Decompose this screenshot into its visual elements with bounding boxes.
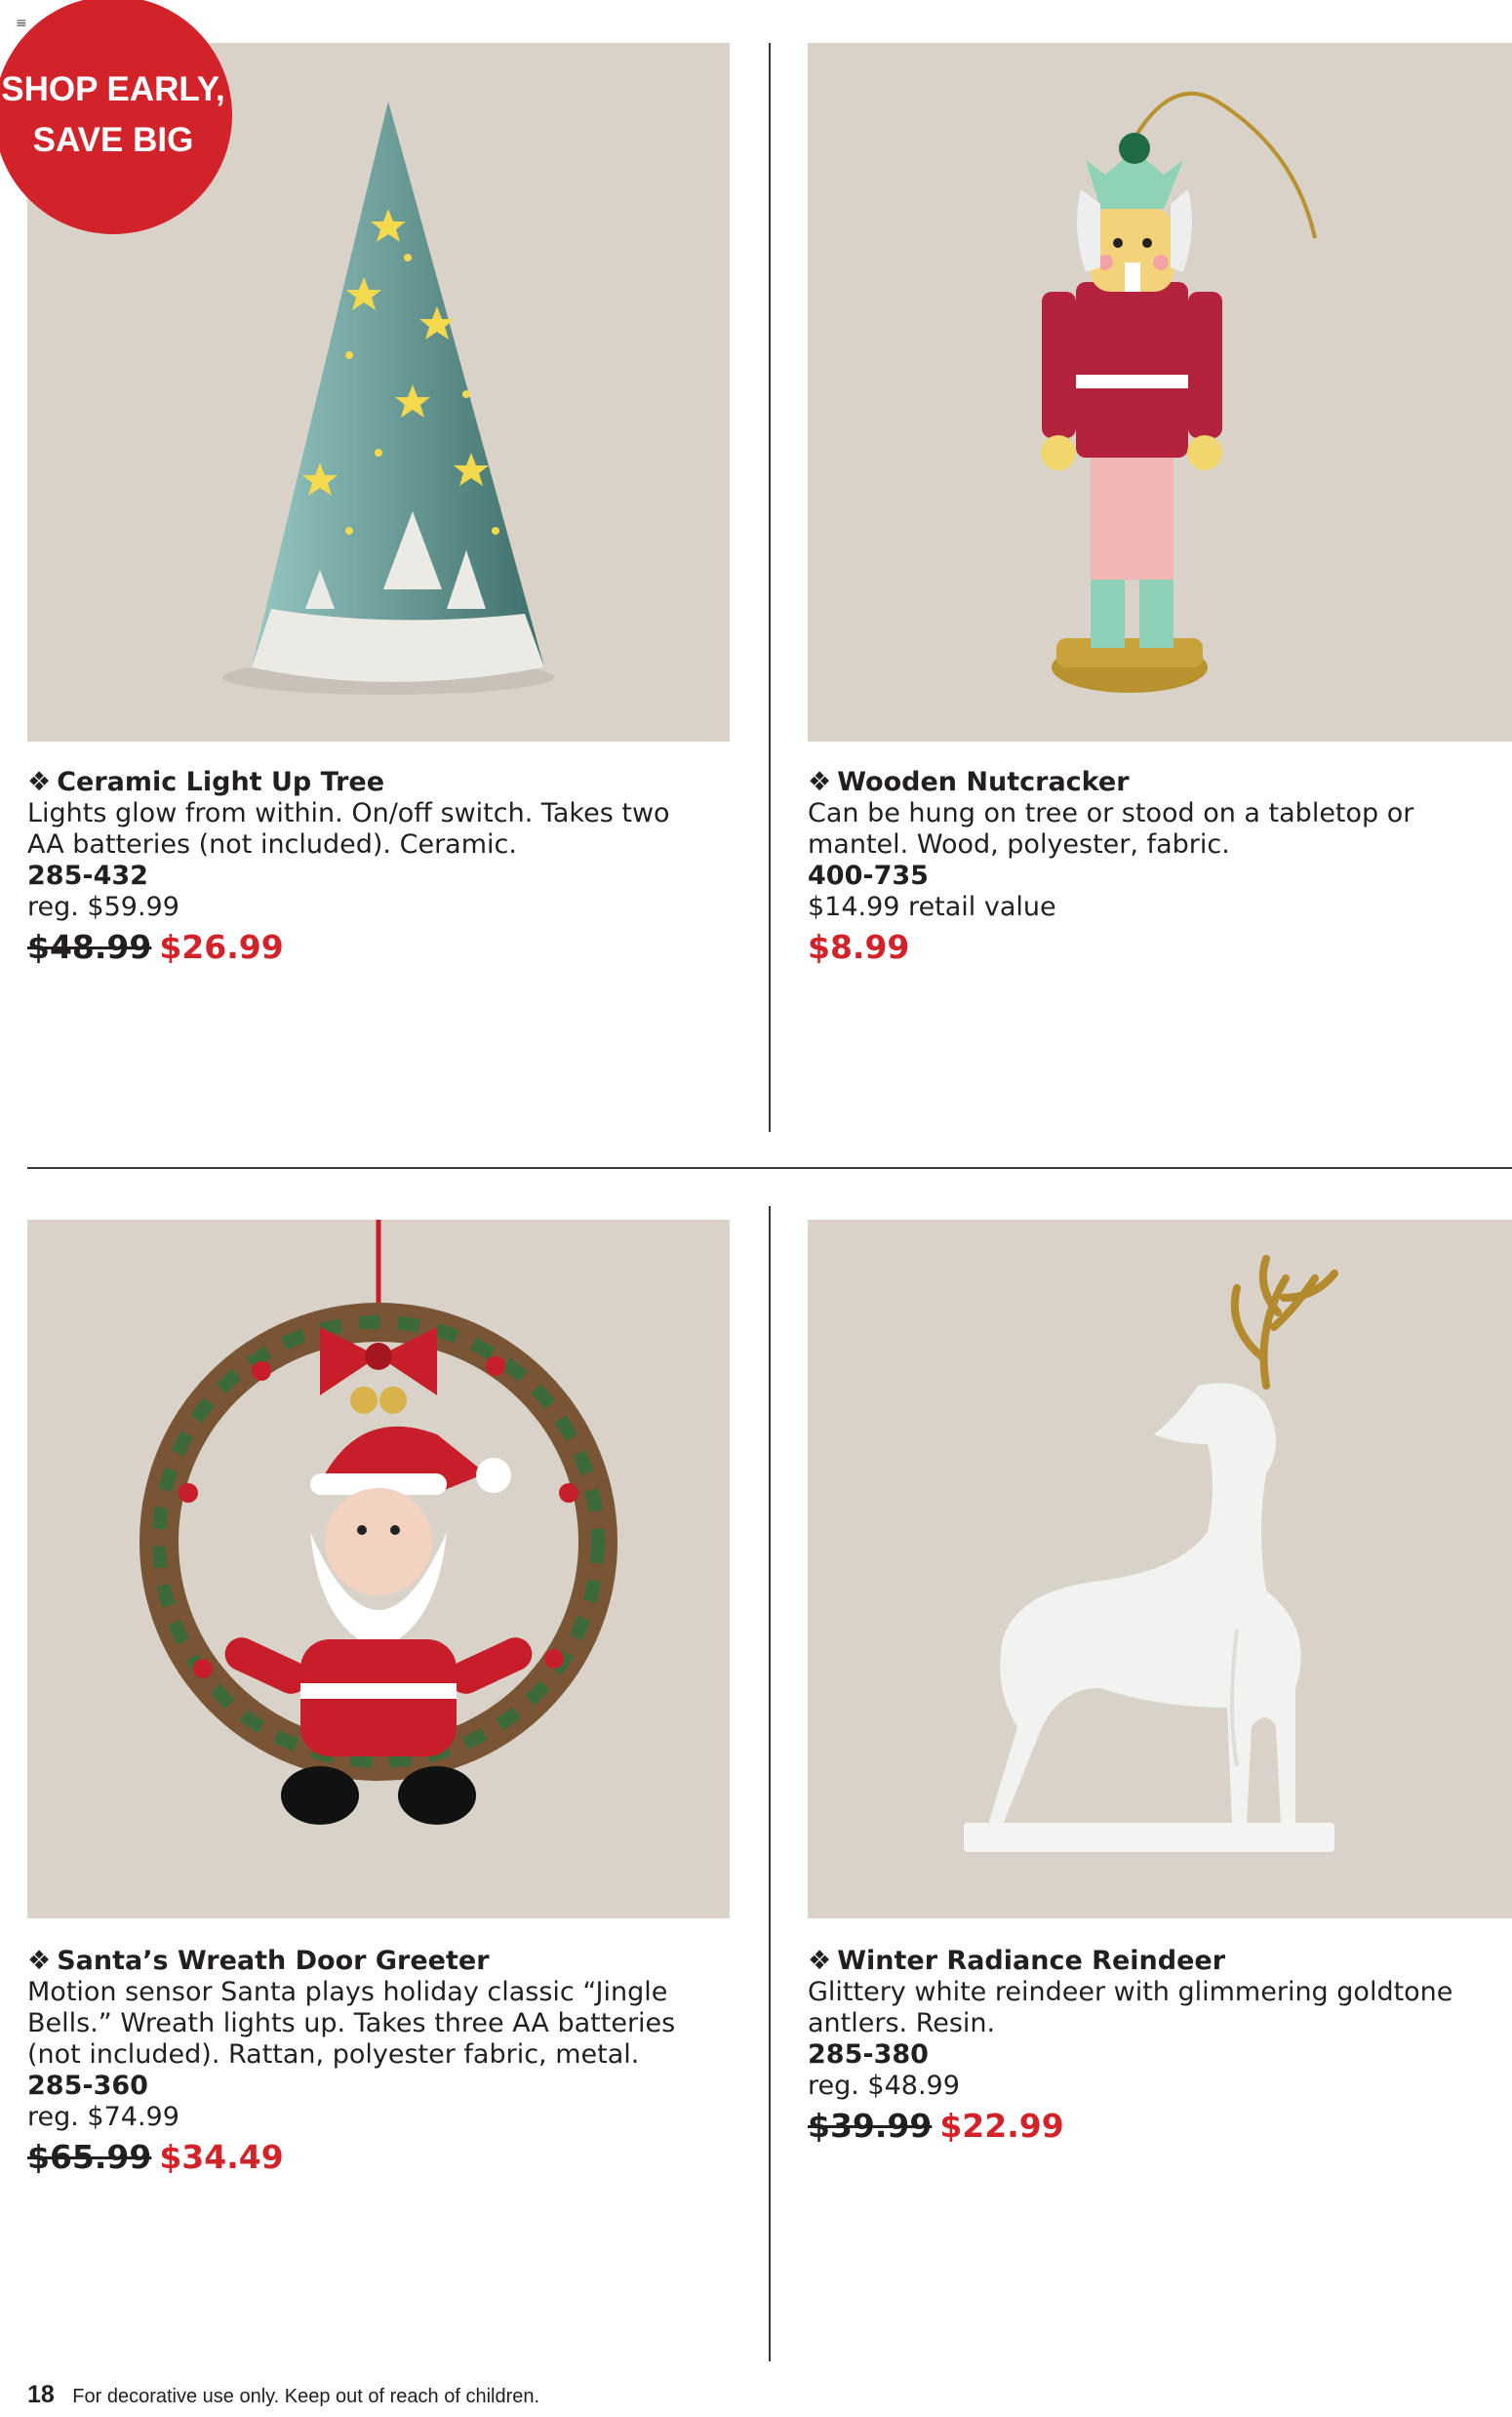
price-line: $48.99 $26.99 <box>27 927 739 968</box>
product-desc-line: Glittery white reindeer with glimmering … <box>808 1977 1453 2007</box>
product-reindeer: ❖ Winter Radiance Reindeer Glittery white… <box>808 1946 1512 2147</box>
menu-icon[interactable]: ≡ <box>16 16 27 31</box>
product-desc-line: AA batteries (not included). Ceramic. <box>27 829 517 860</box>
price-line: $8.99 <box>808 927 1512 968</box>
reindeer-image[interactable] <box>808 1220 1512 1918</box>
product-desc-line: Bells.” Wreath lights up. Takes three AA… <box>27 2008 676 2038</box>
page-footer: 18 For decorative use only. Keep out of … <box>27 2381 539 2409</box>
product-sku: 285-432 <box>27 861 148 891</box>
product-name-text: Ceramic Light Up Tree <box>57 767 385 797</box>
page-number: 18 <box>27 2381 55 2408</box>
diamond-bullet-icon: ❖ <box>27 1946 52 1976</box>
product-desc-line: Motion sensor Santa plays holiday classi… <box>27 1977 668 2007</box>
promo-badge: SHOP EARLY, SAVE BIG <box>0 0 232 234</box>
badge-line-1: SHOP EARLY, <box>1 70 225 108</box>
product-name[interactable]: ❖ Winter Radiance Reindeer <box>808 1946 1512 1977</box>
product-sku: 285-360 <box>27 2071 148 2101</box>
diamond-bullet-icon: ❖ <box>808 767 832 797</box>
product-name-text: Wooden Nutcracker <box>837 767 1130 797</box>
sale-price: $26.99 <box>159 928 284 966</box>
column-divider-bottom <box>769 1206 771 2361</box>
product-santa-wreath: ❖ Santa’s Wreath Door Greeter Motion sens… <box>27 1946 739 2178</box>
product-ceramic-tree: ❖ Ceramic Light Up Tree Lights glow from … <box>27 767 739 968</box>
product-retail-value: $14.99 retail value <box>808 892 1056 922</box>
product-name[interactable]: ❖ Ceramic Light Up Tree <box>27 767 739 798</box>
sale-price: $34.49 <box>159 2138 284 2176</box>
badge-line-2: SAVE BIG <box>32 121 194 159</box>
product-nutcracker: ❖ Wooden Nutcracker Can be hung on tree o… <box>808 767 1512 968</box>
sale-price: $8.99 <box>808 928 910 966</box>
product-desc-line: Lights glow from within. On/off switch. … <box>27 798 670 828</box>
product-desc-line: mantel. Wood, polyester, fabric. <box>808 829 1230 860</box>
product-sku: 285-380 <box>808 2039 929 2070</box>
product-desc-line: Can be hung on tree or stood on a tablet… <box>808 798 1414 828</box>
product-name-text: Winter Radiance Reindeer <box>837 1946 1226 1976</box>
column-divider-top <box>769 43 771 1132</box>
price-line: $39.99 $22.99 <box>808 2106 1512 2147</box>
product-desc-line: (not included). Rattan, polyester fabric… <box>27 2039 640 2070</box>
product-sku: 400-735 <box>808 861 929 891</box>
nutcracker-image[interactable] <box>808 43 1512 742</box>
diamond-bullet-icon: ❖ <box>808 1946 832 1976</box>
diamond-bullet-icon: ❖ <box>27 767 52 797</box>
product-name[interactable]: ❖ Wooden Nutcracker <box>808 767 1512 798</box>
product-reg-price: reg. $48.99 <box>808 2071 960 2101</box>
row-divider <box>27 1167 1512 1169</box>
sale-price: $22.99 <box>939 2107 1064 2145</box>
old-price: $65.99 <box>27 2138 152 2176</box>
product-name-text: Santa’s Wreath Door Greeter <box>57 1946 490 1976</box>
price-line: $65.99 $34.49 <box>27 2137 739 2178</box>
product-reg-price: reg. $59.99 <box>27 892 179 922</box>
product-name[interactable]: ❖ Santa’s Wreath Door Greeter <box>27 1946 739 1977</box>
old-price: $48.99 <box>27 928 152 966</box>
product-reg-price: reg. $74.99 <box>27 2102 179 2132</box>
product-desc-line: antlers. Resin. <box>808 2008 996 2038</box>
footer-note: For decorative use only. Keep out of rea… <box>72 2386 540 2407</box>
old-price: $39.99 <box>808 2107 933 2145</box>
santa-wreath-image[interactable] <box>27 1220 730 1918</box>
